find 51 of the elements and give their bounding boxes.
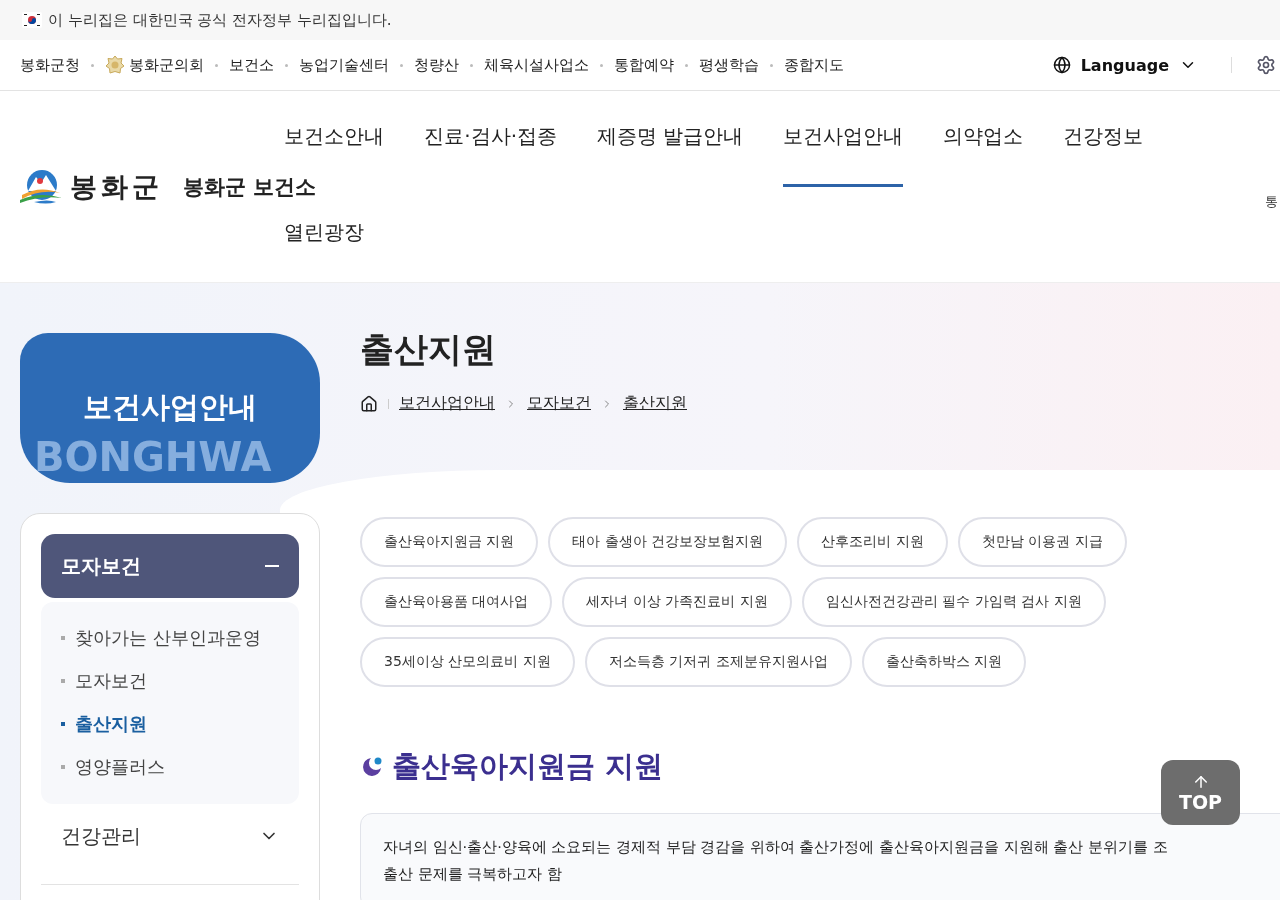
topic-tab[interactable]: 태아 출생아 건강보장보험지원: [548, 517, 788, 567]
menu-group-header[interactable]: 모자보건: [41, 534, 299, 598]
topic-tab[interactable]: 임신사전건강관리 필수 가임력 검사 지원: [801, 577, 1106, 627]
nav-menu-item[interactable]: 열린광장: [284, 205, 365, 283]
topic-tab[interactable]: 출산육아용품 대여사업: [360, 577, 553, 627]
globe-icon: [1052, 56, 1071, 74]
submenu-item[interactable]: 모자보건: [61, 659, 279, 702]
logo[interactable]: 봉화군: [20, 168, 163, 205]
topic-tab[interactable]: 35세이상 산모의료비 지원: [360, 637, 575, 687]
site-link[interactable]: 종합지도: [784, 55, 844, 75]
topic-tab[interactable]: 출산축하박스 지원: [861, 637, 1027, 687]
scroll-top-button[interactable]: TOP: [1161, 760, 1240, 825]
nav-menu-item[interactable]: 의약업소: [943, 109, 1024, 187]
site-link[interactable]: 보건소: [229, 55, 274, 75]
home-icon[interactable]: [360, 394, 378, 413]
page-title: 출산지원: [360, 328, 497, 371]
submenu-item[interactable]: 영양플러스: [61, 745, 279, 788]
emblem-icon: [105, 55, 125, 75]
site-link[interactable]: 봉화군의회: [105, 55, 204, 75]
nav-menu-item[interactable]: 건강정보: [1063, 109, 1144, 187]
flag-icon: [22, 12, 42, 28]
breadcrumb-link[interactable]: 모자보건: [527, 393, 591, 414]
section-title: 보건사업안내: [83, 389, 257, 426]
topic-tab[interactable]: 첫만남 이용권 지급: [957, 517, 1127, 567]
submenu-item[interactable]: 찾아가는 산부인과운영: [61, 616, 279, 659]
description-text: 자녀의 임신·출산·양육에 소요되는 경제적 부담 경감을 위하여 출산가정에 출산육아지원금을 지원해 출산 분위기를 조: [383, 838, 1169, 857]
breadcrumb-link[interactable]: 출산지원: [623, 393, 687, 414]
site-name: 봉화군 보건소: [183, 173, 317, 201]
settings-icon[interactable]: [1256, 55, 1276, 75]
submenu-item[interactable]: 출산지원: [61, 702, 279, 745]
site-link[interactable]: 봉화군청: [20, 55, 80, 75]
banner-text: 이 누리집은 대한민국 공식 전자정부 누리집입니다.: [48, 10, 392, 30]
menu-group-header[interactable]: 건강관리: [41, 804, 299, 868]
nav-menu-item[interactable]: 제증명 발급안내: [597, 109, 744, 187]
description-text: 출산 문제를 극복하고자 함: [383, 865, 563, 884]
site-link[interactable]: 통합예약: [614, 55, 674, 75]
nav-menu-item[interactable]: 보건사업안내: [783, 109, 904, 187]
breadcrumb-link[interactable]: 보건사업안내: [399, 393, 495, 414]
nav-menu-item[interactable]: 진료·검사·접종: [424, 109, 558, 187]
site-link[interactable]: 평생학습: [699, 55, 759, 75]
topic-tab[interactable]: 산후조리비 지원: [797, 517, 948, 567]
language-button[interactable]: Language: [1052, 55, 1197, 75]
section-heading: 출산육아지원금 지원: [392, 748, 664, 785]
background-text: BONGHWA: [34, 435, 272, 479]
topic-tab[interactable]: 저소득층 기저귀 조제분유지원사업: [584, 637, 852, 687]
site-link[interactable]: 농업기술센터: [299, 55, 389, 75]
site-link[interactable]: 체육시설사업소: [484, 55, 589, 75]
site-link[interactable]: 청량산: [414, 55, 459, 75]
topic-tab[interactable]: 세자녀 이상 가족진료비 지원: [562, 577, 792, 627]
search-label[interactable]: 통: [1265, 192, 1278, 211]
topic-tab[interactable]: 출산육아지원금 지원: [360, 517, 539, 567]
